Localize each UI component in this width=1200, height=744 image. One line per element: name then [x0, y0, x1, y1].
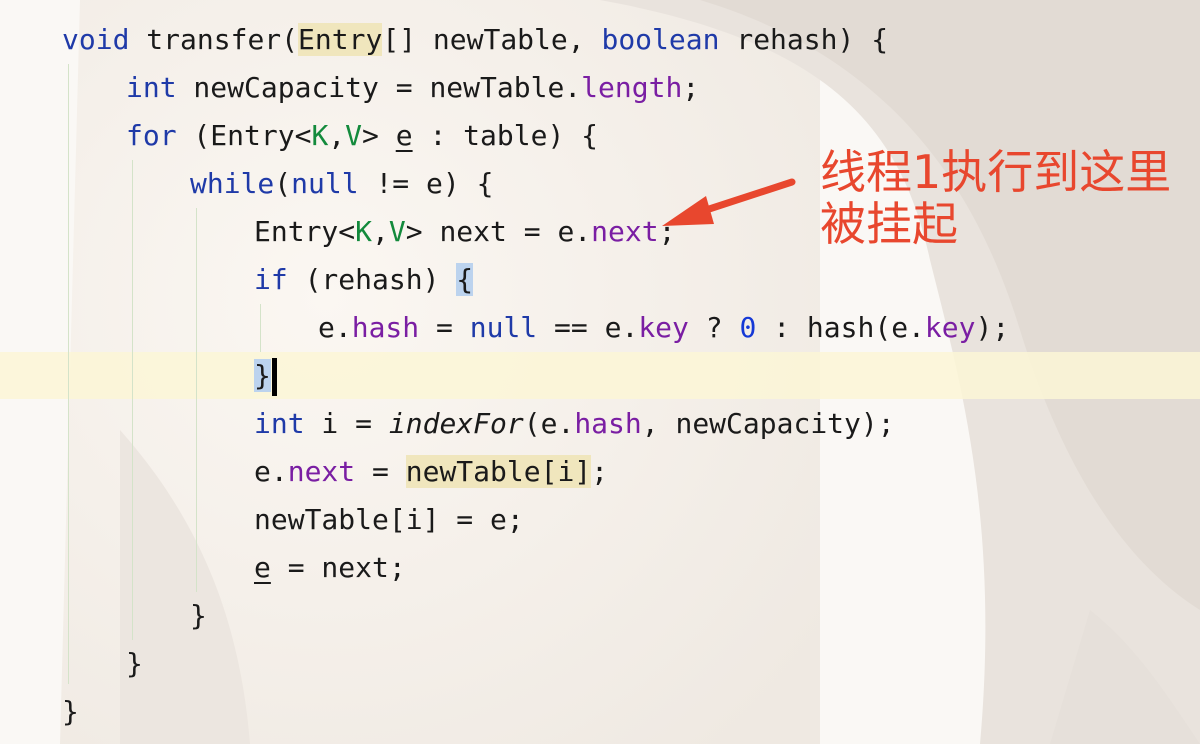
type-parameter: K — [355, 215, 373, 248]
code-text: rehash) { — [719, 23, 889, 56]
annotation-line: 线程1执行到这里 — [820, 145, 1172, 199]
code-text: = next; — [270, 551, 406, 584]
keyword: while — [190, 167, 275, 200]
code-text: = — [419, 311, 470, 344]
keyword: null — [469, 311, 538, 344]
code-text: i = — [304, 407, 389, 440]
matched-brace: } — [254, 359, 271, 392]
keyword: null — [291, 167, 359, 200]
code-text: = — [355, 455, 406, 488]
code-line[interactable]: } — [190, 592, 207, 640]
code-text: (rehash) — [287, 263, 457, 296]
keyword: for — [126, 119, 177, 152]
code-text: ; — [682, 71, 700, 104]
code-text: e. — [254, 455, 288, 488]
code-text: : table) { — [412, 119, 599, 152]
code-text: , — [328, 119, 346, 152]
code-line[interactable]: newTable[i] = e; — [254, 496, 524, 544]
code-text: ; — [658, 215, 676, 248]
code-editor[interactable]: void transfer(Entry[] newTable, boolean … — [0, 0, 1200, 744]
code-text: (e. — [523, 407, 575, 440]
field-name: key — [638, 311, 689, 344]
code-line[interactable]: } — [126, 640, 143, 688]
variable: e — [395, 119, 413, 152]
annotation-line: 被挂起 — [820, 197, 958, 251]
code-text: : hash(e. — [756, 311, 925, 344]
code-text: > — [362, 119, 396, 152]
code-line[interactable]: int i = indexFor(e.hash, newCapacity); — [254, 400, 895, 448]
code-text: != e) { — [358, 167, 494, 200]
code-text: newCapacity = newTable. — [176, 71, 582, 104]
field-name: length — [581, 71, 683, 104]
field-name: hash — [574, 407, 642, 440]
code-text: Entry< — [254, 215, 356, 248]
keyword: void — [62, 23, 130, 56]
code-text: [] newTable, — [382, 23, 602, 56]
type-parameter: K — [311, 119, 329, 152]
type-parameter: V — [345, 119, 363, 152]
annotation-callout: 线程1执行到这里 被挂起 — [820, 146, 1171, 250]
code-line[interactable]: Entry<K,V> next = e.next; — [254, 208, 675, 256]
code-text: e. — [318, 311, 352, 344]
keyword: if — [254, 263, 288, 296]
variable: e — [254, 551, 271, 584]
code-text: , newCapacity); — [641, 407, 895, 440]
code-line[interactable]: while(null != e) { — [190, 160, 493, 208]
type-name: Entry — [298, 23, 383, 56]
code-line[interactable]: int newCapacity = newTable.length; — [126, 64, 699, 112]
indent-guide — [260, 304, 261, 352]
code-text: , — [372, 215, 389, 248]
code-line[interactable]: void transfer(Entry[] newTable, boolean … — [62, 16, 888, 64]
keyword: int — [126, 71, 177, 104]
code-text: (Entry< — [176, 119, 312, 152]
code-text: transfer( — [129, 23, 299, 56]
code-line[interactable]: } — [254, 352, 277, 400]
code-line[interactable]: e.hash = null == e.key ? 0 : hash(e.key)… — [318, 304, 1009, 352]
code-text: == e. — [537, 311, 639, 344]
code-text: > next = e. — [405, 215, 592, 248]
code-line[interactable]: e.next = newTable[i]; — [254, 448, 608, 496]
code-line[interactable]: if (rehash) { — [254, 256, 474, 304]
field-name: next — [591, 215, 659, 248]
text-caret — [271, 358, 277, 396]
field-name: next — [287, 455, 356, 488]
code-line[interactable]: e = next; — [254, 544, 406, 592]
keyword: boolean — [601, 23, 720, 56]
code-text: ; — [591, 455, 609, 488]
indent-guide — [196, 208, 197, 592]
indent-guide — [132, 160, 133, 640]
type-parameter: V — [388, 215, 406, 248]
code-text: newTable[i] = e; — [254, 503, 524, 536]
indent-guide — [68, 64, 69, 684]
code-text: } — [126, 647, 143, 680]
code-text: ( — [274, 167, 292, 200]
field-name: key — [924, 311, 976, 344]
number-literal: 0 — [739, 311, 757, 344]
method-call: indexFor — [388, 407, 524, 440]
code-text: } — [62, 695, 79, 728]
code-line[interactable]: } — [62, 688, 79, 736]
code-text: } — [190, 599, 207, 632]
matched-brace: { — [456, 263, 474, 296]
field-name: hash — [351, 311, 420, 344]
keyword: int — [254, 407, 305, 440]
current-line-highlight — [0, 352, 1200, 399]
code-line[interactable]: for (Entry<K,V> e : table) { — [126, 112, 598, 160]
code-text: ); — [975, 311, 1010, 344]
code-text: ? — [688, 311, 740, 344]
usage-highlight: newTable[i] — [405, 455, 592, 488]
